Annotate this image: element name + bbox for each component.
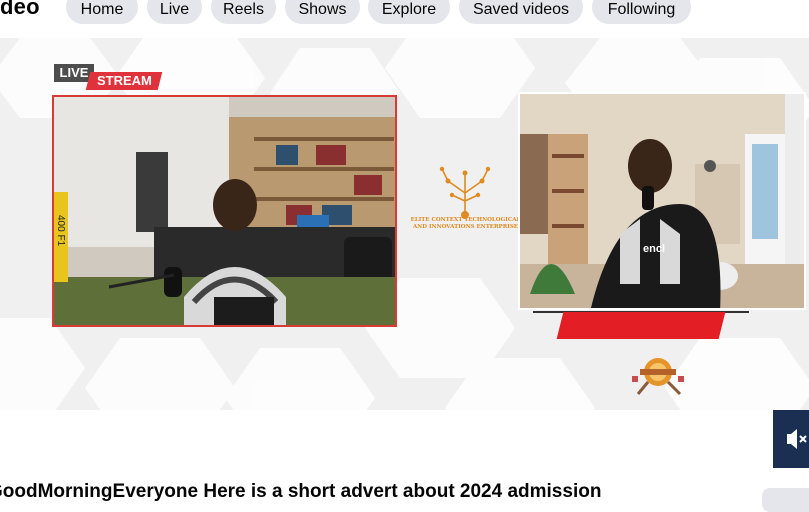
tab-home[interactable]: Home: [66, 0, 138, 24]
top-nav: deo Home Live Reels Shows Explore Saved …: [0, 0, 809, 38]
tab-live[interactable]: Live: [147, 0, 202, 24]
camera-feed-left: 400 F1: [52, 95, 397, 327]
tab-reels[interactable]: Reels: [211, 0, 276, 24]
tab-following[interactable]: Following: [592, 0, 691, 24]
page-title: deo: [0, 0, 40, 19]
mute-button[interactable]: [773, 410, 809, 468]
shirt-text: encl: [643, 243, 665, 255]
room-scene-right: encl: [520, 94, 804, 308]
emblem-icon: [632, 358, 684, 396]
elite-logo: ELITE CONTEXT TECHNOLOGICAL AND INNOVATI…: [408, 163, 523, 248]
tab-explore[interactable]: Explore: [368, 0, 450, 24]
small-emblem-logo: [628, 352, 692, 398]
video-player[interactable]: LIVE STREAM 400 F1 ELITE CONTEXT TECHNOL…: [0, 38, 809, 470]
live-stream-badge: LIVE STREAM: [54, 64, 164, 92]
logo-text: ELITE CONTEXT TECHNOLOGICAL AND INNOVATI…: [410, 217, 521, 230]
camera-feed-right: encl: [518, 92, 806, 310]
speaker-muted-icon: [787, 429, 807, 449]
side-button[interactable]: [762, 488, 809, 512]
stream-label-text: STREAM: [96, 73, 152, 88]
tab-saved-videos[interactable]: Saved videos: [459, 0, 583, 24]
wall-sign-text: 400 F1: [55, 215, 66, 247]
stream-label: STREAM: [85, 72, 163, 90]
tab-shows[interactable]: Shows: [285, 0, 360, 24]
red-banner: [556, 312, 726, 339]
tree-circuit-icon: [439, 166, 491, 219]
room-scene-left: 400 F1: [54, 97, 395, 325]
